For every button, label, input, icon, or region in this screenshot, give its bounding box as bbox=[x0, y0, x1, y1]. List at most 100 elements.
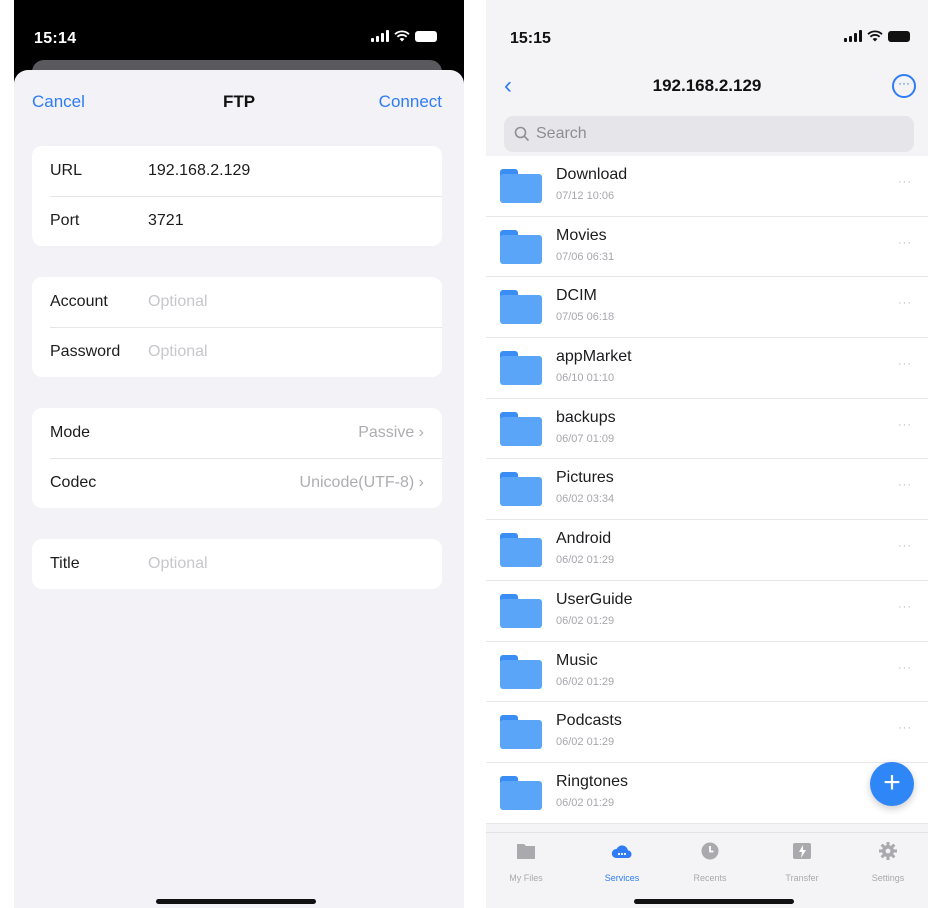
screenshot-page: 15:14 Cancel FTP Connect URL 192.168.2.1… bbox=[0, 0, 928, 908]
folder-icon bbox=[500, 533, 542, 568]
item-name: UserGuide bbox=[556, 590, 633, 608]
file-browser-screen: 15:15 ‹ 192.168.2.129 ··· Search Downloa… bbox=[486, 0, 928, 908]
item-date: 06/02 01:29 bbox=[556, 675, 615, 688]
server-group: URL 192.168.2.129 Port 3721 bbox=[32, 146, 442, 246]
gear-icon bbox=[879, 842, 897, 860]
status-icons bbox=[371, 30, 437, 42]
tab-label: My Files bbox=[509, 873, 543, 883]
battery-icon bbox=[415, 30, 437, 42]
item-more-icon[interactable]: ··· bbox=[898, 540, 912, 552]
item-name: appMarket bbox=[556, 348, 632, 366]
ftp-connect-screen: 15:14 Cancel FTP Connect URL 192.168.2.1… bbox=[14, 0, 464, 908]
auth-group: Account Optional Password Optional bbox=[32, 277, 442, 377]
list-item[interactable]: Music 06/02 01:29 ··· bbox=[486, 641, 928, 703]
page-title: 192.168.2.129 bbox=[652, 76, 762, 95]
signal-icon bbox=[371, 30, 389, 42]
item-name: backups bbox=[556, 408, 616, 426]
item-name: Ringtones bbox=[556, 772, 629, 790]
list-item[interactable]: Pictures 06/02 03:34 ··· bbox=[486, 459, 928, 521]
tab-label: Settings bbox=[871, 873, 905, 883]
tab-my-files[interactable]: My Files bbox=[486, 841, 566, 883]
item-more-icon[interactable]: ··· bbox=[898, 722, 912, 734]
tab-settings[interactable]: Settings bbox=[848, 841, 928, 883]
codec-select[interactable]: Unicode(UTF-8) › bbox=[300, 474, 424, 492]
item-date: 07/06 06:31 bbox=[556, 250, 615, 263]
url-row[interactable]: URL 192.168.2.129 bbox=[32, 146, 442, 196]
folder-icon bbox=[500, 169, 542, 203]
form-navbar: Cancel FTP Connect bbox=[14, 70, 464, 132]
tab-services[interactable]: Services bbox=[582, 841, 662, 883]
password-row[interactable]: Password Optional bbox=[32, 327, 442, 377]
wifi-icon bbox=[867, 30, 883, 42]
folder-icon bbox=[500, 472, 542, 507]
folder-icon bbox=[500, 411, 542, 446]
item-more-icon[interactable]: ··· bbox=[898, 358, 912, 370]
port-field[interactable]: 3721 bbox=[148, 212, 184, 230]
folder-icon bbox=[500, 715, 542, 750]
title-group: Title Optional bbox=[32, 539, 442, 589]
tab-transfer[interactable]: Transfer bbox=[762, 841, 842, 883]
search-input[interactable] bbox=[536, 125, 836, 143]
folder-icon bbox=[500, 229, 542, 264]
tab-recents[interactable]: Recents bbox=[670, 841, 750, 883]
item-more-icon[interactable]: ··· bbox=[898, 601, 912, 613]
mode-select[interactable]: Passive › bbox=[358, 424, 424, 442]
signal-icon bbox=[844, 30, 862, 42]
item-more-icon[interactable]: ··· bbox=[898, 419, 912, 431]
options-group: Mode Passive › Codec Unicode(UTF-8) › bbox=[32, 408, 442, 508]
folder-icon bbox=[500, 775, 542, 810]
transfer-icon bbox=[793, 843, 811, 859]
codec-row[interactable]: Codec Unicode(UTF-8) › bbox=[32, 458, 442, 508]
item-date: 07/12 10:06 bbox=[556, 190, 615, 202]
codec-label: Codec bbox=[50, 474, 97, 491]
account-row[interactable]: Account Optional bbox=[32, 277, 442, 327]
list-item[interactable]: Ringtones 06/02 01:29 bbox=[486, 762, 928, 824]
list-item[interactable]: Download 07/12 10:06 ··· bbox=[486, 156, 928, 217]
connect-button[interactable]: Connect bbox=[379, 92, 442, 112]
list-item[interactable]: Podcasts 06/02 01:29 ··· bbox=[486, 702, 928, 763]
add-button[interactable]: + bbox=[870, 762, 914, 806]
title-label: Title bbox=[50, 555, 80, 572]
file-list: Download 07/12 10:06 ··· Movies 07/06 06… bbox=[486, 156, 928, 824]
item-date: 07/05 06:18 bbox=[556, 311, 615, 324]
list-item[interactable]: appMarket 06/10 01:10 ··· bbox=[486, 338, 928, 399]
item-date: 06/02 01:29 bbox=[556, 736, 615, 749]
folder-icon bbox=[500, 654, 542, 689]
title-field[interactable]: Optional bbox=[148, 555, 208, 573]
clock-icon bbox=[701, 842, 719, 860]
item-more-icon[interactable]: ··· bbox=[898, 479, 912, 491]
list-item[interactable]: backups 06/07 01:09 ··· bbox=[486, 398, 928, 460]
status-icons bbox=[844, 30, 910, 42]
item-more-icon[interactable]: ··· bbox=[898, 297, 912, 309]
wifi-icon bbox=[394, 30, 410, 42]
url-label: URL bbox=[50, 162, 83, 179]
tab-label: Recents bbox=[693, 873, 727, 883]
item-date: 06/02 01:29 bbox=[556, 796, 615, 809]
item-more-icon[interactable]: ··· bbox=[898, 237, 912, 249]
status-time: 15:14 bbox=[34, 30, 77, 47]
port-row[interactable]: Port 3721 bbox=[32, 196, 442, 246]
title-row[interactable]: Title Optional bbox=[32, 539, 442, 589]
list-item[interactable]: Android 06/02 01:29 ··· bbox=[486, 520, 928, 581]
list-item[interactable]: DCIM 07/05 06:18 ··· bbox=[486, 277, 928, 339]
url-field[interactable]: 192.168.2.129 bbox=[148, 162, 250, 180]
status-time: 15:15 bbox=[510, 30, 551, 47]
browser-navbar: ‹ 192.168.2.129 ··· bbox=[486, 70, 928, 106]
folder-icon bbox=[500, 593, 542, 628]
item-more-icon[interactable]: ··· bbox=[898, 662, 912, 674]
mode-label: Mode bbox=[50, 424, 91, 441]
password-field[interactable]: Optional bbox=[148, 343, 208, 361]
port-label: Port bbox=[50, 212, 80, 229]
item-date: 06/02 01:29 bbox=[556, 614, 615, 627]
account-field[interactable]: Optional bbox=[148, 293, 208, 311]
item-name: Download bbox=[556, 166, 628, 183]
item-name: DCIM bbox=[556, 287, 597, 305]
item-date: 06/02 01:29 bbox=[556, 554, 615, 567]
folder-icon bbox=[517, 844, 535, 859]
search-bar[interactable] bbox=[504, 116, 914, 152]
list-item[interactable]: Movies 07/06 06:31 ··· bbox=[486, 216, 928, 278]
mode-row[interactable]: Mode Passive › bbox=[32, 408, 442, 458]
item-more-icon[interactable]: ··· bbox=[898, 176, 912, 188]
list-item[interactable]: UserGuide 06/02 01:29 ··· bbox=[486, 580, 928, 642]
more-options-icon[interactable]: ··· bbox=[892, 74, 916, 98]
